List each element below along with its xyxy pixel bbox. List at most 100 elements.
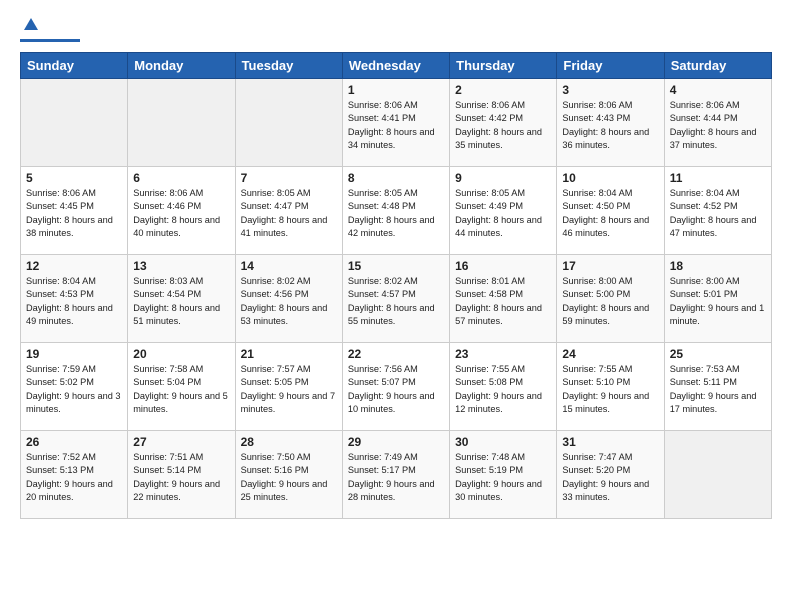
- calendar-cell: 16 Sunrise: 8:01 AM Sunset: 4:58 PM Dayli…: [450, 255, 557, 343]
- calendar-cell: 31 Sunrise: 7:47 AM Sunset: 5:20 PM Dayli…: [557, 431, 664, 519]
- day-info: Sunrise: 7:47 AM Sunset: 5:20 PM Dayligh…: [562, 451, 658, 504]
- calendar-cell: 24Sunrise: 7:55 AM Sunset: 5:10 PM Dayli…: [557, 343, 664, 431]
- day-number: 1: [348, 83, 444, 97]
- day-number: 27: [133, 435, 229, 449]
- day-info: Sunrise: 8:02 AM Sunset: 4:56 PM Dayligh…: [241, 275, 337, 328]
- day-number: 28: [241, 435, 337, 449]
- week-row-3: 12 Sunrise: 8:04 AM Sunset: 4:53 PM Dayli…: [21, 255, 772, 343]
- calendar-cell: 29 Sunrise: 7:49 AM Sunset: 5:17 PM Dayli…: [342, 431, 449, 519]
- calendar-cell: 30 Sunrise: 7:48 AM Sunset: 5:19 PM Dayli…: [450, 431, 557, 519]
- day-info: Sunrise: 8:05 AM Sunset: 4:48 PM Dayligh…: [348, 187, 444, 240]
- day-number: 21: [241, 347, 337, 361]
- day-number: 12: [26, 259, 122, 273]
- calendar-cell: 15 Sunrise: 8:02 AM Sunset: 4:57 PM Dayli…: [342, 255, 449, 343]
- day-info: Sunrise: 8:06 AM Sunset: 4:46 PM Dayligh…: [133, 187, 229, 240]
- day-number: 22: [348, 347, 444, 361]
- calendar-cell: 14 Sunrise: 8:02 AM Sunset: 4:56 PM Dayli…: [235, 255, 342, 343]
- calendar-cell: 10Sunrise: 8:04 AM Sunset: 4:50 PM Dayli…: [557, 167, 664, 255]
- day-number: 11: [670, 171, 766, 185]
- weekday-friday: Friday: [557, 53, 664, 79]
- day-info: Sunrise: 8:02 AM Sunset: 4:57 PM Dayligh…: [348, 275, 444, 328]
- calendar-cell: 22 Sunrise: 7:56 AM Sunset: 5:07 PM Dayli…: [342, 343, 449, 431]
- calendar-cell: 28 Sunrise: 7:50 AM Sunset: 5:16 PM Dayli…: [235, 431, 342, 519]
- calendar-cell: 20 Sunrise: 7:58 AM Sunset: 5:04 PM Dayli…: [128, 343, 235, 431]
- calendar-cell: [21, 79, 128, 167]
- calendar-cell: 13 Sunrise: 8:03 AM Sunset: 4:54 PM Dayli…: [128, 255, 235, 343]
- day-info: Sunrise: 7:52 AM Sunset: 5:13 PM Dayligh…: [26, 451, 122, 504]
- day-number: 13: [133, 259, 229, 273]
- day-info: Sunrise: 7:59 AM Sunset: 5:02 PM Dayligh…: [26, 363, 122, 416]
- calendar-cell: [128, 79, 235, 167]
- day-number: 14: [241, 259, 337, 273]
- weekday-monday: Monday: [128, 53, 235, 79]
- day-info: Sunrise: 8:06 AM Sunset: 4:43 PM Dayligh…: [562, 99, 658, 152]
- calendar-cell: 8Sunrise: 8:05 AM Sunset: 4:48 PM Daylig…: [342, 167, 449, 255]
- day-number: 5: [26, 171, 122, 185]
- week-row-1: 1 Sunrise: 8:06 AM Sunset: 4:41 PM Daylig…: [21, 79, 772, 167]
- day-info: Sunrise: 8:06 AM Sunset: 4:45 PM Dayligh…: [26, 187, 122, 240]
- calendar-cell: 2Sunrise: 8:06 AM Sunset: 4:42 PM Daylig…: [450, 79, 557, 167]
- week-row-4: 19 Sunrise: 7:59 AM Sunset: 5:02 PM Dayli…: [21, 343, 772, 431]
- day-number: 31: [562, 435, 658, 449]
- weekday-sunday: Sunday: [21, 53, 128, 79]
- page: SundayMondayTuesdayWednesdayThursdayFrid…: [0, 0, 792, 612]
- calendar-cell: [664, 431, 771, 519]
- day-info: Sunrise: 7:58 AM Sunset: 5:04 PM Dayligh…: [133, 363, 229, 416]
- day-number: 25: [670, 347, 766, 361]
- calendar-cell: 25 Sunrise: 7:53 AM Sunset: 5:11 PM Dayli…: [664, 343, 771, 431]
- calendar-cell: 5 Sunrise: 8:06 AM Sunset: 4:45 PM Daylig…: [21, 167, 128, 255]
- calendar-cell: 3Sunrise: 8:06 AM Sunset: 4:43 PM Daylig…: [557, 79, 664, 167]
- day-info: Sunrise: 7:56 AM Sunset: 5:07 PM Dayligh…: [348, 363, 444, 416]
- weekday-thursday: Thursday: [450, 53, 557, 79]
- day-number: 15: [348, 259, 444, 273]
- day-info: Sunrise: 8:06 AM Sunset: 4:42 PM Dayligh…: [455, 99, 551, 152]
- weekday-wednesday: Wednesday: [342, 53, 449, 79]
- day-number: 6: [133, 171, 229, 185]
- weekday-saturday: Saturday: [664, 53, 771, 79]
- day-number: 18: [670, 259, 766, 273]
- day-info: Sunrise: 8:05 AM Sunset: 4:47 PM Dayligh…: [241, 187, 337, 240]
- logo: [20, 16, 80, 42]
- day-info: Sunrise: 7:51 AM Sunset: 5:14 PM Dayligh…: [133, 451, 229, 504]
- day-info: Sunrise: 8:04 AM Sunset: 4:53 PM Dayligh…: [26, 275, 122, 328]
- header: [20, 16, 772, 42]
- day-info: Sunrise: 8:05 AM Sunset: 4:49 PM Dayligh…: [455, 187, 551, 240]
- calendar-cell: 6 Sunrise: 8:06 AM Sunset: 4:46 PM Daylig…: [128, 167, 235, 255]
- week-row-2: 5 Sunrise: 8:06 AM Sunset: 4:45 PM Daylig…: [21, 167, 772, 255]
- day-info: Sunrise: 7:55 AM Sunset: 5:10 PM Dayligh…: [562, 363, 658, 416]
- day-number: 29: [348, 435, 444, 449]
- calendar-cell: 26 Sunrise: 7:52 AM Sunset: 5:13 PM Dayli…: [21, 431, 128, 519]
- calendar-cell: 19 Sunrise: 7:59 AM Sunset: 5:02 PM Dayli…: [21, 343, 128, 431]
- day-number: 30: [455, 435, 551, 449]
- day-info: Sunrise: 7:50 AM Sunset: 5:16 PM Dayligh…: [241, 451, 337, 504]
- day-info: Sunrise: 7:55 AM Sunset: 5:08 PM Dayligh…: [455, 363, 551, 416]
- day-number: 23: [455, 347, 551, 361]
- calendar-cell: 21 Sunrise: 7:57 AM Sunset: 5:05 PM Dayli…: [235, 343, 342, 431]
- week-row-5: 26 Sunrise: 7:52 AM Sunset: 5:13 PM Dayli…: [21, 431, 772, 519]
- day-number: 16: [455, 259, 551, 273]
- day-info: Sunrise: 7:49 AM Sunset: 5:17 PM Dayligh…: [348, 451, 444, 504]
- day-info: Sunrise: 7:48 AM Sunset: 5:19 PM Dayligh…: [455, 451, 551, 504]
- day-info: Sunrise: 7:53 AM Sunset: 5:11 PM Dayligh…: [670, 363, 766, 416]
- calendar-cell: [235, 79, 342, 167]
- day-info: Sunrise: 8:03 AM Sunset: 4:54 PM Dayligh…: [133, 275, 229, 328]
- calendar-cell: 7 Sunrise: 8:05 AM Sunset: 4:47 PM Daylig…: [235, 167, 342, 255]
- logo-underline: [20, 39, 80, 42]
- weekday-tuesday: Tuesday: [235, 53, 342, 79]
- calendar-cell: 4Sunrise: 8:06 AM Sunset: 4:44 PM Daylig…: [664, 79, 771, 167]
- day-info: Sunrise: 7:57 AM Sunset: 5:05 PM Dayligh…: [241, 363, 337, 416]
- calendar-table: SundayMondayTuesdayWednesdayThursdayFrid…: [20, 52, 772, 519]
- day-number: 19: [26, 347, 122, 361]
- day-number: 26: [26, 435, 122, 449]
- day-info: Sunrise: 8:01 AM Sunset: 4:58 PM Dayligh…: [455, 275, 551, 328]
- logo-icon: [22, 16, 40, 34]
- day-number: 17: [562, 259, 658, 273]
- calendar-cell: 1 Sunrise: 8:06 AM Sunset: 4:41 PM Daylig…: [342, 79, 449, 167]
- calendar-cell: 17Sunrise: 8:00 AM Sunset: 5:00 PM Dayli…: [557, 255, 664, 343]
- day-info: Sunrise: 8:06 AM Sunset: 4:41 PM Dayligh…: [348, 99, 444, 152]
- day-info: Sunrise: 8:00 AM Sunset: 5:01 PM Dayligh…: [670, 275, 766, 328]
- calendar-cell: 11Sunrise: 8:04 AM Sunset: 4:52 PM Dayli…: [664, 167, 771, 255]
- calendar-cell: 9Sunrise: 8:05 AM Sunset: 4:49 PM Daylig…: [450, 167, 557, 255]
- day-number: 20: [133, 347, 229, 361]
- day-number: 7: [241, 171, 337, 185]
